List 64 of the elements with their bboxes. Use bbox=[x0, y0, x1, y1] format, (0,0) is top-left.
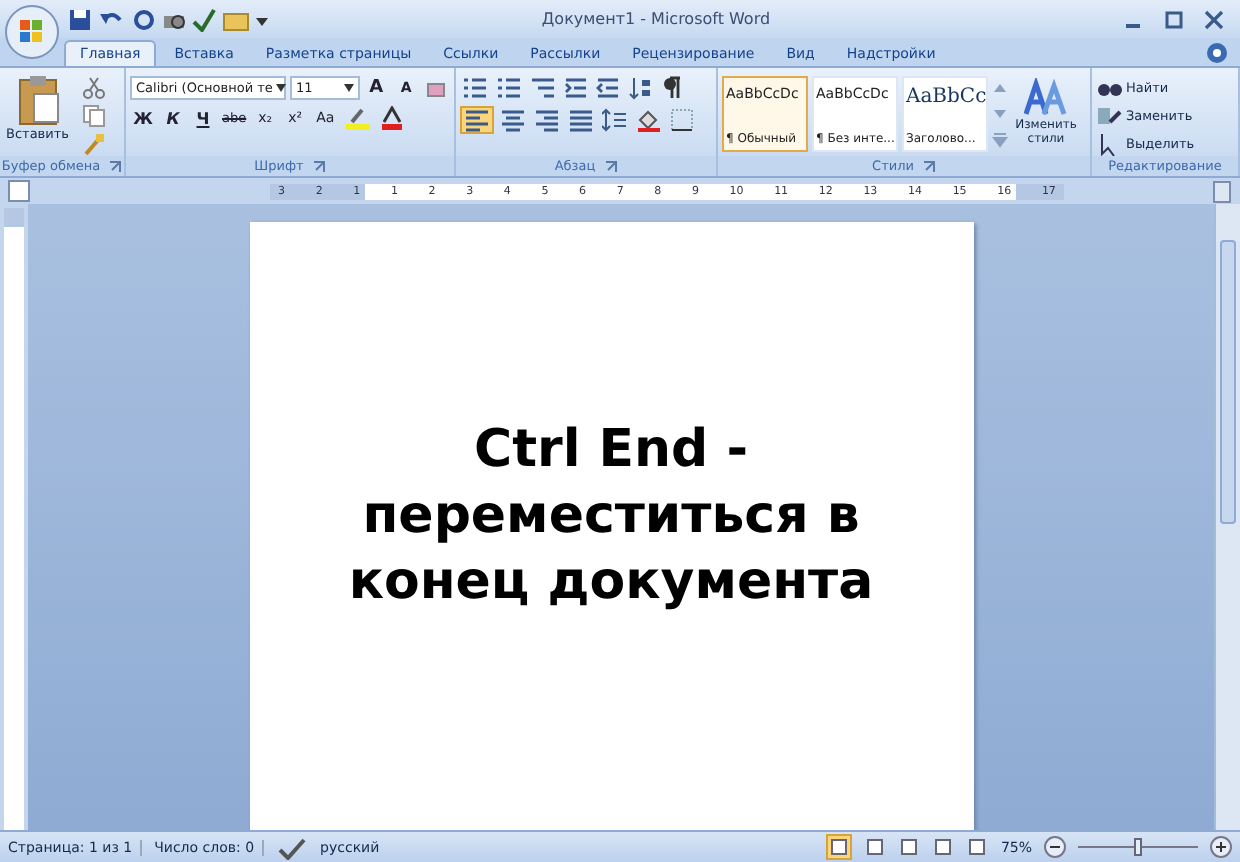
numbered-list-icon bbox=[496, 76, 522, 100]
align-icon bbox=[500, 108, 526, 132]
font-color-button[interactable] bbox=[378, 106, 407, 130]
sort-icon bbox=[628, 76, 652, 100]
document-text: Ctrl End - переместиться в конец документа bbox=[346, 417, 876, 615]
multilevel-list-button[interactable] bbox=[528, 76, 558, 100]
align-button[interactable] bbox=[460, 106, 494, 134]
indent-icon bbox=[564, 76, 588, 100]
tab-selector[interactable] bbox=[8, 180, 30, 202]
format-button[interactable]: Ж bbox=[130, 106, 156, 130]
dialog-launcher-icon[interactable] bbox=[921, 159, 936, 173]
save-icon[interactable] bbox=[68, 7, 92, 31]
indent-icon bbox=[596, 76, 620, 100]
scissors-icon[interactable] bbox=[82, 76, 107, 100]
copy-icon[interactable] bbox=[82, 104, 107, 128]
format-button[interactable]: К bbox=[160, 106, 186, 130]
clipboard-icon bbox=[15, 74, 60, 126]
line-spacing-icon bbox=[602, 108, 628, 132]
font-color-icon bbox=[380, 106, 405, 130]
zoom-out-icon[interactable] bbox=[1044, 836, 1066, 858]
numbering-button[interactable] bbox=[494, 76, 524, 100]
increase-indent-button[interactable] bbox=[594, 76, 622, 100]
view-button[interactable] bbox=[966, 836, 989, 858]
show-marks-button[interactable] bbox=[658, 76, 684, 100]
view-button[interactable] bbox=[864, 836, 887, 858]
line-spacing-button[interactable] bbox=[600, 108, 630, 132]
dialog-launcher-icon[interactable] bbox=[311, 159, 326, 173]
borders-icon bbox=[670, 108, 694, 132]
bullet-list-icon bbox=[462, 76, 488, 100]
dialog-launcher-icon[interactable] bbox=[108, 159, 123, 173]
maximize-icon[interactable] bbox=[1164, 9, 1184, 29]
sort-button[interactable] bbox=[626, 76, 654, 100]
dropdown-icon bbox=[343, 84, 354, 92]
decrease-indent-button[interactable] bbox=[562, 76, 590, 100]
grow-font-button[interactable]: A bbox=[363, 76, 390, 100]
align-icon bbox=[464, 108, 490, 132]
zoom-slider-thumb[interactable] bbox=[1134, 838, 1142, 856]
close-icon[interactable] bbox=[1204, 9, 1224, 29]
vertical-scrollbar[interactable] bbox=[1214, 204, 1240, 830]
view-button[interactable] bbox=[898, 836, 921, 858]
multilevel-list-icon bbox=[530, 76, 556, 100]
replace-icon bbox=[1096, 104, 1122, 128]
align-icon bbox=[534, 108, 560, 132]
window-title: Документ1 - Microsoft Word bbox=[541, 10, 771, 28]
pilcrow-icon bbox=[661, 76, 681, 100]
align-button[interactable] bbox=[566, 108, 596, 132]
proofing-icon[interactable] bbox=[276, 835, 309, 859]
styles-icon bbox=[1024, 78, 1068, 118]
paint-bucket-icon bbox=[636, 108, 662, 132]
view-button[interactable] bbox=[932, 836, 955, 858]
view-ruler-icon[interactable] bbox=[1212, 179, 1232, 203]
dropdown-icon bbox=[276, 84, 287, 92]
highlight-button[interactable] bbox=[342, 106, 375, 130]
align-button[interactable] bbox=[532, 108, 562, 132]
bullets-button[interactable] bbox=[460, 76, 490, 100]
highlighter-icon bbox=[344, 106, 373, 130]
format-button[interactable]: Ч bbox=[190, 106, 216, 130]
align-button[interactable] bbox=[498, 108, 528, 132]
shading-button[interactable] bbox=[634, 108, 664, 132]
borders-button[interactable] bbox=[668, 108, 696, 132]
view-button[interactable] bbox=[826, 834, 853, 860]
zoom-in-icon[interactable] bbox=[1210, 836, 1232, 858]
dialog-launcher-icon[interactable] bbox=[603, 159, 618, 173]
align-icon bbox=[568, 108, 594, 132]
